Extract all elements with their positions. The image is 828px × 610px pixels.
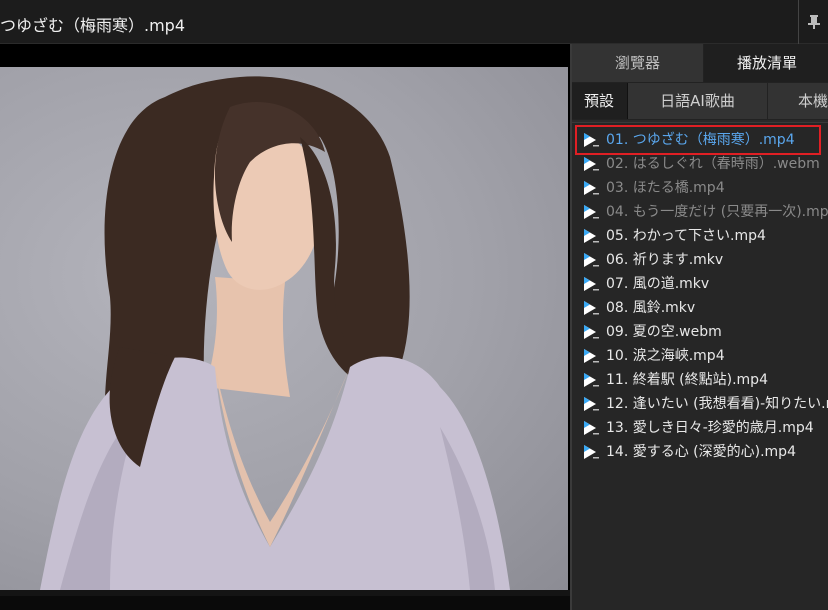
playlist-item[interactable]: 06. 祈ります.mkv <box>580 248 828 272</box>
playlist-item[interactable]: 05. わかって下さい.mp4 <box>580 224 828 248</box>
playlist: 01. つゆざむ（梅雨寒）.mp4 02. はるしぐれ（春時雨）.webm 03. … <box>572 122 828 610</box>
playlist-item-label: 01. つゆざむ（梅雨寒）.mp4 <box>606 132 795 148</box>
play-file-icon <box>584 397 599 411</box>
play-file-icon <box>584 373 599 387</box>
play-file-icon <box>584 325 599 339</box>
play-file-icon <box>584 133 599 147</box>
play-file-icon <box>584 445 599 459</box>
pin-button[interactable] <box>798 0 828 44</box>
tab-playlist[interactable]: 播放清單 <box>704 44 828 82</box>
play-file-icon <box>584 349 599 363</box>
play-file-icon <box>584 277 599 291</box>
sub-tab-japanese-ai-songs[interactable]: 日語AI歌曲 <box>628 83 768 119</box>
tab-browser[interactable]: 瀏覽器 <box>572 44 704 82</box>
sub-tab-default[interactable]: 預設 <box>572 83 628 119</box>
playlist-item[interactable]: 02. はるしぐれ（春時雨）.webm <box>580 152 828 176</box>
play-file-icon <box>584 205 599 219</box>
playlist-item[interactable]: 03. ほたる橋.mp4 <box>580 176 828 200</box>
window-title: つゆざむ（梅雨寒）.mp4 <box>0 16 186 35</box>
playlist-item-label: 11. 終着駅 (終點站).mp4 <box>606 372 768 388</box>
play-file-icon <box>584 253 599 267</box>
play-file-icon <box>584 157 599 171</box>
video-frame[interactable] <box>0 67 568 590</box>
playlist-item[interactable]: 14. 愛する心 (深愛的心).mp4 <box>580 440 828 464</box>
video-image <box>40 76 510 590</box>
main-tabs: 瀏覽器 播放清單 <box>572 44 828 82</box>
play-file-icon <box>584 229 599 243</box>
playlist-item[interactable]: 10. 涙之海峽.mp4 <box>580 344 828 368</box>
playlist-item-label: 12. 逢いたい (我想看看)-知りたい.mp4 <box>606 396 828 412</box>
playlist-item[interactable]: 09. 夏の空.webm <box>580 320 828 344</box>
playlist-item-label: 14. 愛する心 (深愛的心).mp4 <box>606 444 796 460</box>
pin-icon <box>807 15 820 29</box>
playlist-item[interactable]: 04. もう一度だけ (只要再一次).mp4 <box>580 200 828 224</box>
playlist-item-label: 10. 涙之海峽.mp4 <box>606 348 725 364</box>
playlist-item[interactable]: 01. つゆざむ（梅雨寒）.mp4 <box>580 128 828 152</box>
title-bar: つゆざむ（梅雨寒）.mp4 <box>0 0 828 44</box>
playlist-item-label: 04. もう一度だけ (只要再一次).mp4 <box>606 204 828 220</box>
playlist-item[interactable]: 07. 風の道.mkv <box>580 272 828 296</box>
playlist-sub-tabs: 預設 日語AI歌曲 本機 <box>572 82 828 120</box>
playlist-item-label: 08. 風鈴.mkv <box>606 300 696 316</box>
side-panel: 瀏覽器 播放清單 預設 日語AI歌曲 本機 01. つゆざむ（梅雨寒）.mp4 0… <box>570 44 828 610</box>
video-area[interactable] <box>0 44 570 610</box>
playlist-item[interactable]: 08. 風鈴.mkv <box>580 296 828 320</box>
playlist-item[interactable]: 13. 愛しき日々-珍愛的歳月.mp4 <box>580 416 828 440</box>
sub-tab-local[interactable]: 本機 <box>768 83 828 119</box>
playlist-item-label: 07. 風の道.mkv <box>606 276 710 292</box>
playlist-item-label: 13. 愛しき日々-珍愛的歳月.mp4 <box>606 420 814 436</box>
playlist-item-label: 03. ほたる橋.mp4 <box>606 180 725 196</box>
play-file-icon <box>584 421 599 435</box>
playlist-item[interactable]: 11. 終着駅 (終點站).mp4 <box>580 368 828 392</box>
playlist-item-label: 09. 夏の空.webm <box>606 324 722 340</box>
playlist-item-label: 06. 祈ります.mkv <box>606 252 724 268</box>
playlist-item-label: 05. わかって下さい.mp4 <box>606 228 766 244</box>
play-file-icon <box>584 301 599 315</box>
play-file-icon <box>584 181 599 195</box>
playlist-item[interactable]: 12. 逢いたい (我想看看)-知りたい.mp4 <box>580 392 828 416</box>
playlist-item-label: 02. はるしぐれ（春時雨）.webm <box>606 156 820 172</box>
